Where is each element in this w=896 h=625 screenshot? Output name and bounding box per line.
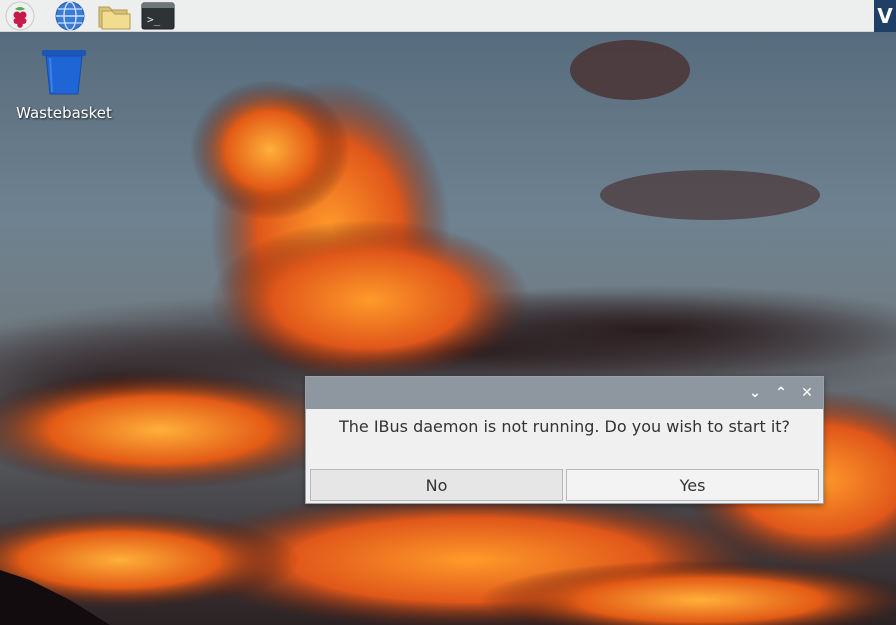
minimize-button[interactable]: ⌄ xyxy=(746,384,764,402)
desktop-wallpaper xyxy=(0,0,896,625)
close-icon: ✕ xyxy=(801,385,813,401)
desktop-icon-wastebasket[interactable]: Wastebasket xyxy=(10,48,118,122)
desktop-icon-label: Wastebasket xyxy=(16,104,112,122)
maximize-icon: ⌃ xyxy=(775,385,787,401)
raspberry-menu-icon xyxy=(5,1,35,31)
terminal-button[interactable]: >_ xyxy=(140,0,176,32)
app-indicator-glyph: V xyxy=(877,4,893,28)
close-button[interactable]: ✕ xyxy=(798,384,816,402)
web-browser-button[interactable] xyxy=(52,0,88,32)
file-manager-icon xyxy=(98,6,131,30)
raspberry-menu-button[interactable] xyxy=(2,0,38,32)
web-browser-icon xyxy=(55,1,85,31)
sunset-clouds-image xyxy=(0,0,896,625)
dialog-button-row: No Yes xyxy=(310,469,819,501)
ibus-dialog: ⌄ ⌃ ✕ The IBus daemon is not running. Do… xyxy=(305,376,824,504)
terminal-icon: >_ xyxy=(141,2,175,30)
taskbar-app-indicator[interactable]: V xyxy=(874,0,896,32)
dialog-message: The IBus daemon is not running. Do you w… xyxy=(338,417,791,436)
terminal-glyph: >_ xyxy=(147,13,161,26)
trash-bin-icon xyxy=(42,50,86,95)
file-manager-button[interactable] xyxy=(96,0,132,32)
maximize-button[interactable]: ⌃ xyxy=(772,384,790,402)
taskbar: >_ V xyxy=(0,0,896,32)
yes-button[interactable]: Yes xyxy=(566,469,819,501)
minimize-icon: ⌄ xyxy=(749,385,761,401)
dialog-titlebar[interactable]: ⌄ ⌃ ✕ xyxy=(306,377,823,409)
no-button[interactable]: No xyxy=(310,469,563,501)
